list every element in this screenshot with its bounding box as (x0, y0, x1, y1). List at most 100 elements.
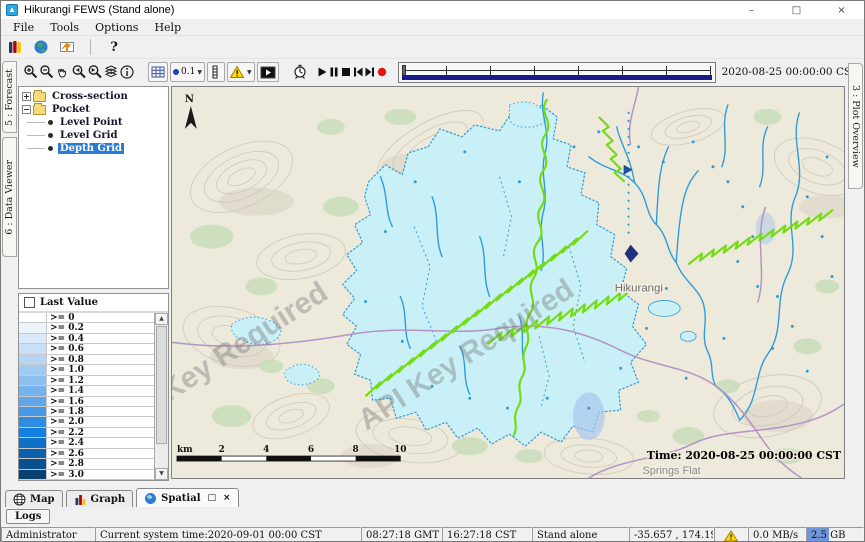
pan-hand-icon[interactable] (55, 63, 71, 81)
tab-maximize-icon[interactable]: □ (208, 493, 217, 503)
globe-icon[interactable] (32, 38, 50, 56)
zoom-previous-icon[interactable] (71, 63, 87, 81)
folder-icon (33, 92, 46, 102)
animation-display-button[interactable] (257, 62, 279, 82)
legend-row[interactable]: >= 1.0 (19, 365, 154, 375)
logs-button[interactable]: Logs (6, 509, 50, 524)
record-button[interactable] (376, 63, 388, 81)
north-label: N (185, 94, 194, 105)
svg-text:10: 10 (394, 445, 406, 455)
zoom-next-icon[interactable] (87, 63, 103, 81)
last-value-checkbox[interactable] (24, 297, 35, 308)
play-button[interactable] (316, 63, 328, 81)
maximize-button[interactable]: □ (774, 1, 819, 19)
warning-dropdown[interactable]: ▼ (227, 62, 255, 82)
svg-text:4: 4 (263, 445, 269, 455)
tree-node-pocket[interactable]: Pocket (19, 103, 168, 116)
close-button[interactable]: × (819, 1, 864, 19)
app-icon: ▲ (6, 4, 18, 16)
place-label-springs-flat: Springs Flat (642, 465, 700, 477)
legend-color-swatch (19, 376, 47, 385)
help-button[interactable]: ? (105, 38, 123, 56)
tab-map[interactable]: Map (5, 490, 63, 507)
layers-icon[interactable] (103, 63, 119, 81)
spatial-display-icon[interactable] (58, 38, 76, 56)
legend-row[interactable]: >= 0.6 (19, 344, 154, 354)
threshold-dropdown[interactable]: 0.1 ▼ (170, 62, 205, 82)
legend-color-swatch (19, 397, 47, 406)
svg-text:6: 6 (308, 445, 314, 455)
time-slider[interactable] (398, 62, 716, 83)
scale-ruler-button[interactable] (207, 62, 225, 82)
bar-chart-icon (74, 493, 87, 506)
info-icon[interactable] (119, 63, 135, 81)
legend-color-swatch (19, 449, 47, 458)
status-user: Administrator (1, 527, 95, 542)
map-canvas[interactable]: API Key Required API Key Required Hikura… (172, 87, 844, 478)
legend-row[interactable]: >= 2.8 (19, 459, 154, 469)
tab-close-icon[interactable]: × (223, 493, 231, 503)
sidebar-tab-plot-overview[interactable]: 3 : Plot Overview (848, 63, 863, 189)
scroll-up-icon[interactable]: ▲ (155, 313, 168, 325)
menu-file[interactable]: File (5, 21, 42, 34)
tree-connector (27, 135, 45, 136)
wire-globe-icon (13, 493, 26, 506)
legend-row[interactable]: >= 0.8 (19, 355, 154, 365)
logs-row: Logs (1, 507, 864, 527)
step-back-button[interactable] (352, 63, 364, 81)
tab-graph[interactable]: Graph (66, 490, 134, 507)
tab-spatial[interactable]: Spatial □ × (136, 488, 238, 507)
step-forward-button[interactable] (364, 63, 376, 81)
legend-row[interactable]: >= 1.6 (19, 397, 154, 407)
stop-button[interactable] (340, 63, 352, 81)
legend-row[interactable]: >= 0.4 (19, 334, 154, 344)
status-warning-icon[interactable] (714, 527, 748, 542)
zoom-out-icon[interactable] (39, 63, 55, 81)
current-map-datetime: 2020-08-25 00:00:00 CST (722, 66, 859, 78)
tree-connector (27, 122, 45, 123)
map-view[interactable]: API Key Required API Key Required Hikura… (171, 86, 845, 479)
chevron-down-icon: ▼ (247, 69, 252, 76)
animation-timer-icon[interactable] (292, 63, 308, 81)
legend-color-swatch (19, 459, 47, 468)
tree-node-cross-section[interactable]: Cross-section (19, 90, 168, 103)
zoom-in-icon[interactable] (23, 63, 39, 81)
legend-color-swatch (19, 407, 47, 416)
legend-color-swatch (19, 417, 47, 426)
pause-button[interactable] (328, 63, 340, 81)
legend-row[interactable]: >= 2.0 (19, 417, 154, 427)
menu-tools[interactable]: Tools (42, 21, 87, 34)
legend-row[interactable]: >= 3.0 (19, 470, 154, 480)
main-toolbar: ? (1, 36, 864, 59)
explorer-icon[interactable] (6, 38, 24, 56)
legend-scale: >= 0 >= 0.2 >= 0.4 >= 0.6 >= 0.8 >= 1.0 … (19, 313, 168, 480)
legend-row[interactable]: >= 1.8 (19, 407, 154, 417)
legend-row[interactable]: >= 2.4 (19, 438, 154, 448)
legend-color-swatch (19, 323, 47, 332)
legend-row[interactable]: >= 2.2 (19, 428, 154, 438)
legend-row[interactable]: >= 0 (19, 313, 154, 323)
sidebar-tab-data-viewer[interactable]: 6 : Data Viewer (2, 137, 17, 257)
legend-row[interactable]: >= 1.2 (19, 376, 154, 386)
status-gmt-time: 08:27:18 GMT (361, 527, 442, 542)
legend-row[interactable]: >= 0.2 (19, 323, 154, 333)
status-mode: Stand alone (532, 527, 629, 542)
legend-row[interactable]: >= 1.4 (19, 386, 154, 396)
tree-node-level-point[interactable]: Level Point (19, 116, 168, 129)
menu-options[interactable]: Options (87, 21, 146, 34)
minimize-button[interactable]: – (729, 1, 774, 19)
status-memory[interactable]: 2.5 GB (806, 527, 864, 542)
scrollbar-thumb[interactable] (156, 326, 167, 444)
legend-row[interactable]: >= 2.6 (19, 449, 154, 459)
legend-color-swatch (19, 386, 47, 395)
expand-icon[interactable] (22, 92, 31, 101)
sidebar-tab-forecast[interactable]: 5 : Forecast (2, 61, 17, 133)
collapse-icon[interactable] (22, 105, 31, 114)
legend-panel: Last Value >= 0 >= 0.2 >= 0.4 >= 0.6 >= … (18, 293, 169, 481)
tree-node-level-grid[interactable]: Level Grid (19, 129, 168, 142)
tree-node-depth-grid[interactable]: Depth Grid (19, 142, 168, 155)
legend-scrollbar[interactable]: ▲ ▼ (154, 313, 168, 480)
scroll-down-icon[interactable]: ▼ (155, 468, 168, 480)
menu-help[interactable]: Help (146, 21, 189, 34)
grid-layer-button[interactable] (148, 62, 168, 82)
